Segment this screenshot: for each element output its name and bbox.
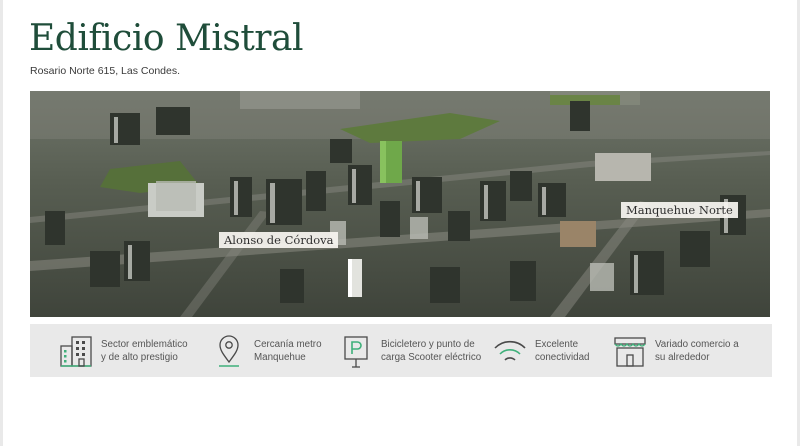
- location-pin-icon: [211, 333, 247, 369]
- feature-bike-scooter: Bicicletero y punto de carga Scooter elé…: [338, 324, 481, 377]
- storefront-icon: [612, 333, 648, 369]
- feature-metro-label: Cercanía metro Manquehue: [254, 338, 322, 363]
- parking-sign-icon: [338, 333, 374, 369]
- building-address: Rosario Norte 615, Las Condes.: [30, 65, 180, 77]
- page-left-border: [0, 0, 3, 446]
- wifi-signal-icon: [492, 333, 528, 369]
- street-label-alonso-de-cordova: Alonso de Córdova: [219, 232, 339, 248]
- feature-commerce: Variado comercio a su alrededor: [612, 324, 739, 377]
- features-bar: Sector emblemático y de alto prestigio C…: [30, 324, 772, 377]
- feature-connectivity: Excelente conectividad: [492, 324, 589, 377]
- page-title: Edificio Mistral: [29, 18, 303, 59]
- feature-prestige-sector: Sector emblemático y de alto prestigio: [58, 324, 188, 377]
- feature-commerce-label: Variado comercio a su alrededor: [655, 338, 739, 363]
- feature-prestige-label: Sector emblemático y de alto prestigio: [101, 338, 188, 363]
- feature-connectivity-label: Excelente conectividad: [535, 338, 590, 363]
- feature-bike-label: Bicicletero y punto de carga Scooter elé…: [381, 338, 482, 363]
- feature-metro-proximity: Cercanía metro Manquehue: [211, 324, 322, 377]
- office-building-icon: [58, 333, 94, 369]
- street-label-manquehue-norte: Manquehue Norte: [621, 202, 738, 218]
- aerial-city-image: Alonso de Córdova Manquehue Norte: [30, 91, 770, 317]
